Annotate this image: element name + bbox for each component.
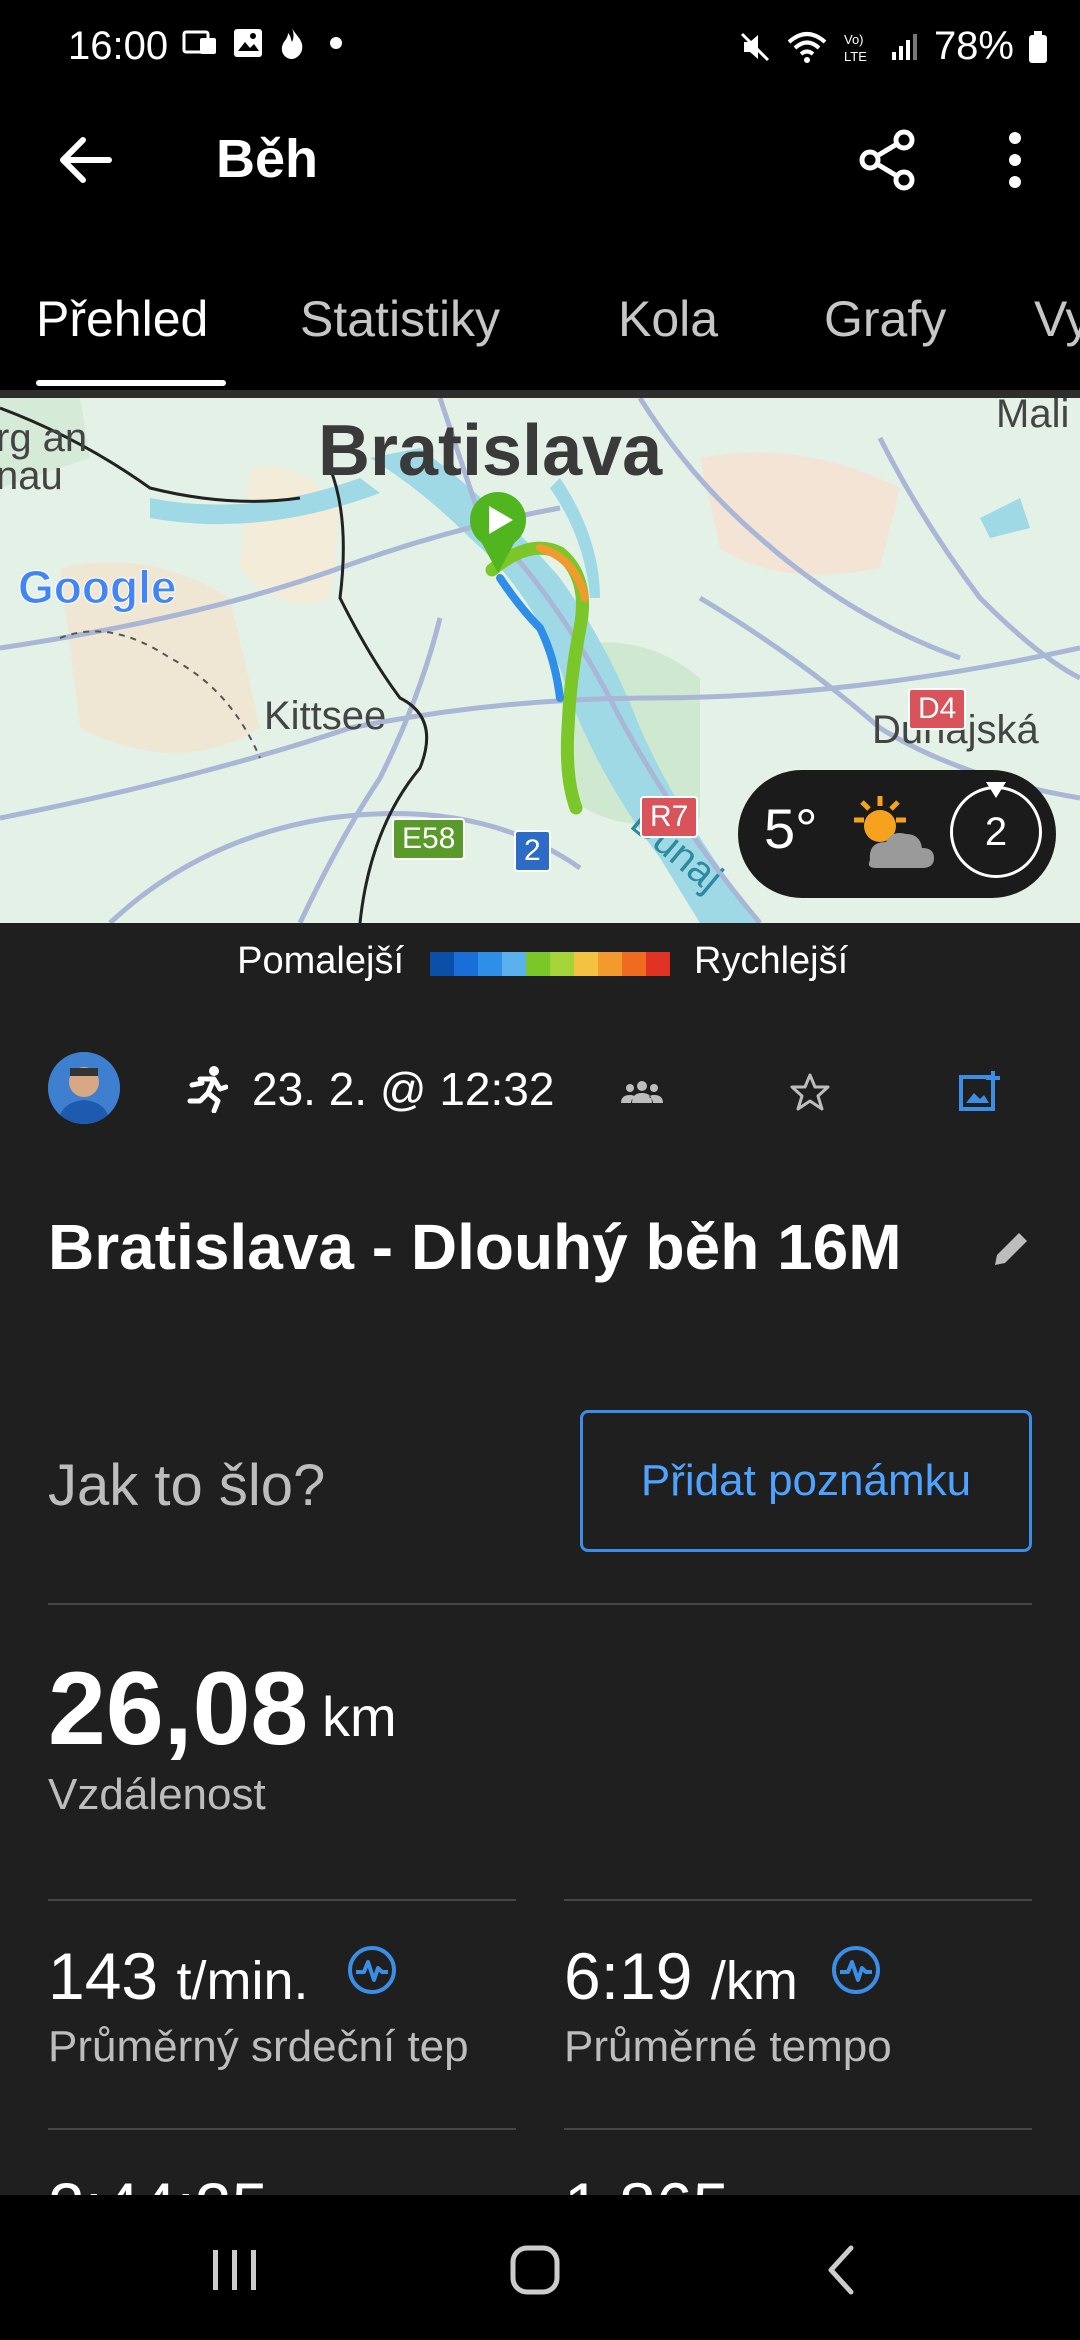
group-icon [621,1081,663,1103]
svg-text:LTE: LTE [844,49,867,64]
edit-title-button[interactable] [982,1218,1042,1278]
tab-kola[interactable]: Kola [618,290,718,348]
activity-date-row: 23. 2. @ 12:32 [184,1062,554,1116]
avatar-image [48,1052,120,1124]
more-vert-icon [1009,132,1021,188]
activity-title: Bratislava - Dlouhý běh 16M [48,1211,902,1283]
active-tab-indicator [36,380,226,386]
legend-color-bar [430,952,670,976]
legend-segment [622,952,646,976]
home-button[interactable] [490,2230,580,2310]
wifi-icon [787,31,827,63]
google-logo: Google [17,561,177,614]
legend-segment [526,952,550,976]
legend-segment [646,952,670,976]
divider [48,1899,516,1901]
pencil-icon [995,1229,1031,1265]
road-shield-r7: R7 [640,796,699,838]
legend-segment [478,952,502,976]
add-note-button[interactable]: Přidat poznámku [580,1410,1032,1552]
page-title: Běh [216,129,319,189]
mute-icon [740,32,769,61]
signal-icon [891,33,917,60]
status-icons-left [182,26,342,60]
arrow-back-icon [60,137,112,183]
tab-vy[interactable]: Vy [1034,290,1080,348]
road-shield-d4-top-label: D4 [918,692,957,725]
tab-grafy[interactable]: Grafy [824,290,946,348]
add-photo-button[interactable] [950,1062,1010,1122]
legend-segment [502,952,526,976]
map-label-left-bottom: nau [0,454,63,498]
divider [564,2128,1032,2130]
recent-apps-button[interactable] [190,2230,280,2310]
chevron-left-icon [828,2245,854,2295]
divider [48,1603,1032,1605]
divider [564,1899,1032,1901]
add-photo-icon [959,1071,1000,1111]
distance-unit: km [322,1685,397,1748]
legend-segment [550,952,574,976]
distance-label: Vzdálenost [48,1770,266,1819]
tab-divider [0,390,1080,398]
road-shield-e58: E58 [392,818,466,860]
pace-value-group: 6:19 /km [564,1938,798,2014]
wind-direction-icon [986,782,1006,798]
legend-segment [454,952,478,976]
heart-rate-sensor-icon[interactable] [346,1944,398,1996]
heart-rate-label: Průměrný srdeční tep [48,2022,469,2071]
tab-bar: Přehled Statistiky Kola Grafy Vy [0,270,1080,390]
share-icon [859,129,915,191]
heart-rate-value-group: 143 t/min. [48,1938,309,2014]
map-label-kittsee: Kittsee [264,694,387,738]
distance-value: 26,08 [48,1651,309,1767]
map-label-bratislava: Bratislava [318,411,663,491]
system-back-button[interactable] [796,2230,886,2310]
svg-text:Vo): Vo) [844,32,864,47]
partly-sunny-icon [854,796,934,868]
activity-date: 23. 2. @ 12:32 [252,1063,555,1115]
pace-sensor-icon[interactable] [830,1944,882,1996]
battery-percent: 78% [933,24,1014,68]
how-did-it-go-prompt: Jak to šlo? [48,1453,326,1518]
legend-segment [574,952,598,976]
tab-statistiky[interactable]: Statistiky [300,290,500,348]
wind-badge-value: 2 [984,809,1008,854]
weather-chip: 5° 2 [738,770,1056,898]
pace-value: 6:19 [564,1939,693,2013]
divider [48,2128,516,2130]
star-outline-icon [790,1073,830,1111]
running-icon [187,1066,228,1113]
volte-icon: Vo) LTE [844,32,867,64]
more-options-button[interactable] [990,122,1040,198]
legend-slow-label: Pomalejší [237,940,404,982]
heart-rate-unit: t/min. [176,1951,309,2011]
dot-icon [330,37,342,49]
recent-apps-icon [213,2250,256,2290]
status-time: 16:00 [68,24,169,68]
legend-fast-label: Rychlejší [694,940,849,982]
group-button[interactable] [612,1062,672,1122]
avatar[interactable] [48,1052,120,1124]
image-icon [234,29,262,57]
share-button[interactable] [850,122,926,198]
status-icons-right: Vo) LTE 78% [738,24,1048,69]
heart-rate-value: 143 [48,1939,159,2013]
road-shield-2: 2 [514,830,551,872]
map-label-mali: Mali [996,398,1070,436]
back-button[interactable] [50,125,120,195]
weather-temperature: 5° [764,797,818,860]
road-shield-d4-top: D4 [908,688,967,730]
pace-unit: /km [710,1951,798,2011]
legend-segment [598,952,622,976]
favorite-button[interactable] [780,1062,840,1122]
battery-icon [1029,30,1047,63]
flame-icon [281,28,303,59]
pace-label: Průměrné tempo [564,2022,892,2071]
home-icon [510,2245,560,2295]
legend-segment [430,952,454,976]
tab-prehled[interactable]: Přehled [36,290,208,348]
message-icon [182,30,216,54]
